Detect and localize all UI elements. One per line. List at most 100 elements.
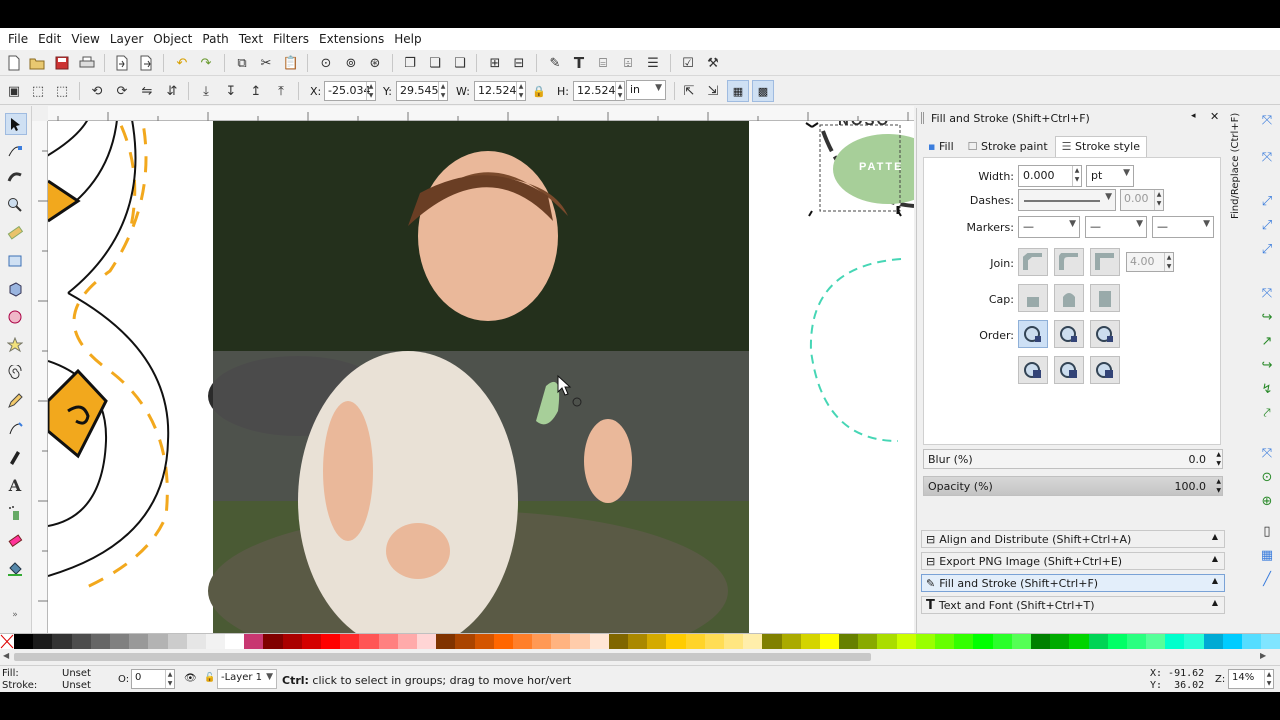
tab-stroke-paint[interactable]: ☐ Stroke paint <box>961 136 1055 158</box>
swatch[interactable] <box>1242 634 1262 649</box>
xml-editor-icon[interactable]: ⌸ <box>594 54 612 72</box>
swatch[interactable] <box>551 634 571 649</box>
spiral-tool-icon[interactable] <box>6 364 24 382</box>
swatch[interactable] <box>877 634 897 649</box>
close-icon[interactable]: ✕ <box>1210 110 1219 123</box>
save-icon[interactable] <box>53 54 71 72</box>
swatch[interactable] <box>397 634 417 649</box>
zoom-field[interactable]: 14% ▲ ▼ <box>1228 669 1274 689</box>
redo-icon[interactable]: ↷ <box>197 54 215 72</box>
menu-file[interactable]: File <box>4 32 32 46</box>
h-field[interactable]: 12.524 ▲ ▼ <box>573 81 625 101</box>
dock-align-distribute[interactable]: ⊟ Align and Distribute (Shift+Ctrl+A) ▲ <box>921 530 1225 548</box>
fill-stroke-icon[interactable]: ✎ <box>546 54 564 72</box>
layer-lock-icon[interactable]: 🔓 <box>204 673 215 683</box>
deselect-icon[interactable]: ⬚ <box>53 82 71 100</box>
select-all-layers-icon[interactable]: ⬚ <box>29 82 47 100</box>
cut-icon[interactable]: ✂ <box>257 54 275 72</box>
scrollbar-thumb[interactable] <box>14 653 871 661</box>
select-all-icon[interactable]: ▣ <box>5 82 23 100</box>
swatch[interactable] <box>167 634 187 649</box>
group-icon[interactable]: ⊞ <box>486 54 504 72</box>
selector-tool-icon[interactable] <box>5 113 27 135</box>
text-font-icon[interactable]: T <box>570 54 588 72</box>
swatch[interactable] <box>647 634 667 649</box>
cap-butt-button[interactable] <box>1018 284 1048 312</box>
flip-horizontal-icon[interactable]: ⇋ <box>138 82 156 100</box>
snap-cusp-nodes-icon[interactable]: ↪ <box>1258 356 1276 374</box>
horizontal-ruler[interactable] <box>48 106 914 121</box>
stroke-indicator-value[interactable]: Unset <box>62 680 91 691</box>
star-tool-icon[interactable] <box>6 336 24 354</box>
copy-icon[interactable]: ⧉ <box>233 54 251 72</box>
swatch-none[interactable] <box>0 634 14 649</box>
find-replace-tab[interactable]: Find/Replace (Ctrl+F) <box>1230 113 1246 263</box>
swatch[interactable] <box>455 634 475 649</box>
swatch[interactable] <box>858 634 878 649</box>
swatch[interactable] <box>954 634 974 649</box>
swatch[interactable] <box>359 634 379 649</box>
order-fill-stroke-markers-button[interactable] <box>1018 320 1048 348</box>
spray-tool-icon[interactable] <box>6 504 24 522</box>
align-icon[interactable]: ☰ <box>644 54 662 72</box>
swatch[interactable] <box>1146 634 1166 649</box>
dock-text-font[interactable]: T Text and Font (Shift+Ctrl+T) ▲ <box>921 596 1225 614</box>
menu-layer[interactable]: Layer <box>106 32 147 46</box>
vertical-ruler[interactable] <box>32 121 48 658</box>
swatch[interactable] <box>1107 634 1127 649</box>
print-icon[interactable] <box>78 54 96 72</box>
snap-nodes-icon[interactable]: ⤧ <box>1258 284 1276 302</box>
layer-visibility-icon[interactable]: 👁 <box>184 673 197 684</box>
horizontal-scrollbar[interactable]: ◀ ▶ <box>0 649 1280 665</box>
pencil-tool-icon[interactable] <box>6 392 24 410</box>
swatch[interactable] <box>474 634 494 649</box>
text-tool-icon[interactable]: A <box>6 476 24 495</box>
measure-tool-icon[interactable] <box>6 224 24 242</box>
tab-fill[interactable]: ▪ Fill <box>921 136 961 158</box>
snap-bbox-corner-icon[interactable]: ⤢ <box>1258 216 1276 234</box>
unit-select[interactable]: in ▼ <box>626 80 666 100</box>
rotate-cw-icon[interactable]: ⟳ <box>113 82 131 100</box>
color-palette[interactable] <box>0 633 1280 649</box>
raise-top-icon[interactable]: ⤒ <box>272 82 290 100</box>
menu-view[interactable]: View <box>67 32 103 46</box>
width-field[interactable]: 0.000 ▲ ▼ <box>1018 165 1082 187</box>
blur-slider[interactable]: Blur (%) 0.0 ▲ ▼ <box>923 449 1223 469</box>
objects-icon[interactable]: ⌹ <box>619 54 637 72</box>
3dbox-tool-icon[interactable] <box>6 280 24 298</box>
cap-round-button[interactable] <box>1054 284 1084 312</box>
export-icon[interactable] <box>137 54 155 72</box>
unlink-icon[interactable]: ❑ <box>451 54 469 72</box>
scroll-left-icon[interactable]: ◀ <box>3 651 9 660</box>
swatch[interactable] <box>819 634 840 649</box>
swatch[interactable] <box>493 634 513 649</box>
width-unit-select[interactable]: pt ▼ <box>1086 165 1134 187</box>
swatch[interactable] <box>416 634 437 649</box>
swatch[interactable] <box>685 634 705 649</box>
snap-intersections-icon[interactable]: ↗ <box>1258 332 1276 350</box>
ellipse-tool-icon[interactable] <box>6 308 24 326</box>
fill-indicator-value[interactable]: Unset <box>62 668 91 679</box>
undo-icon[interactable]: ↶ <box>173 54 191 72</box>
scale-corners-icon[interactable]: ⇲ <box>704 82 722 100</box>
swatch[interactable] <box>244 634 264 649</box>
join-miter-button[interactable] <box>1090 248 1120 276</box>
paint-bucket-tool-icon[interactable] <box>6 560 24 578</box>
ungroup-icon[interactable]: ⊟ <box>510 54 528 72</box>
swatch[interactable] <box>1088 634 1108 649</box>
snap-bbox-edge-icon[interactable]: ⤢ <box>1258 192 1276 210</box>
lower-bottom-icon[interactable]: ⤓ <box>197 82 215 100</box>
swatch[interactable] <box>512 634 533 649</box>
swatch[interactable] <box>148 634 168 649</box>
swatch[interactable] <box>186 634 206 649</box>
start-marker-select[interactable]: — ▼ <box>1018 216 1080 238</box>
menu-extensions[interactable]: Extensions <box>315 32 388 46</box>
scroll-right-icon[interactable]: ▶ <box>1260 651 1266 660</box>
swatch[interactable] <box>1011 634 1031 649</box>
swatch[interactable] <box>666 634 686 649</box>
calligraphy-tool-icon[interactable] <box>6 448 24 466</box>
swatch[interactable] <box>1184 634 1204 649</box>
dash-pattern-select[interactable]: ▼ <box>1018 189 1116 211</box>
snap-midpoints-icon[interactable]: ⤤ <box>1258 404 1276 422</box>
w-field[interactable]: 12.524 ▲ ▼ <box>474 81 526 101</box>
